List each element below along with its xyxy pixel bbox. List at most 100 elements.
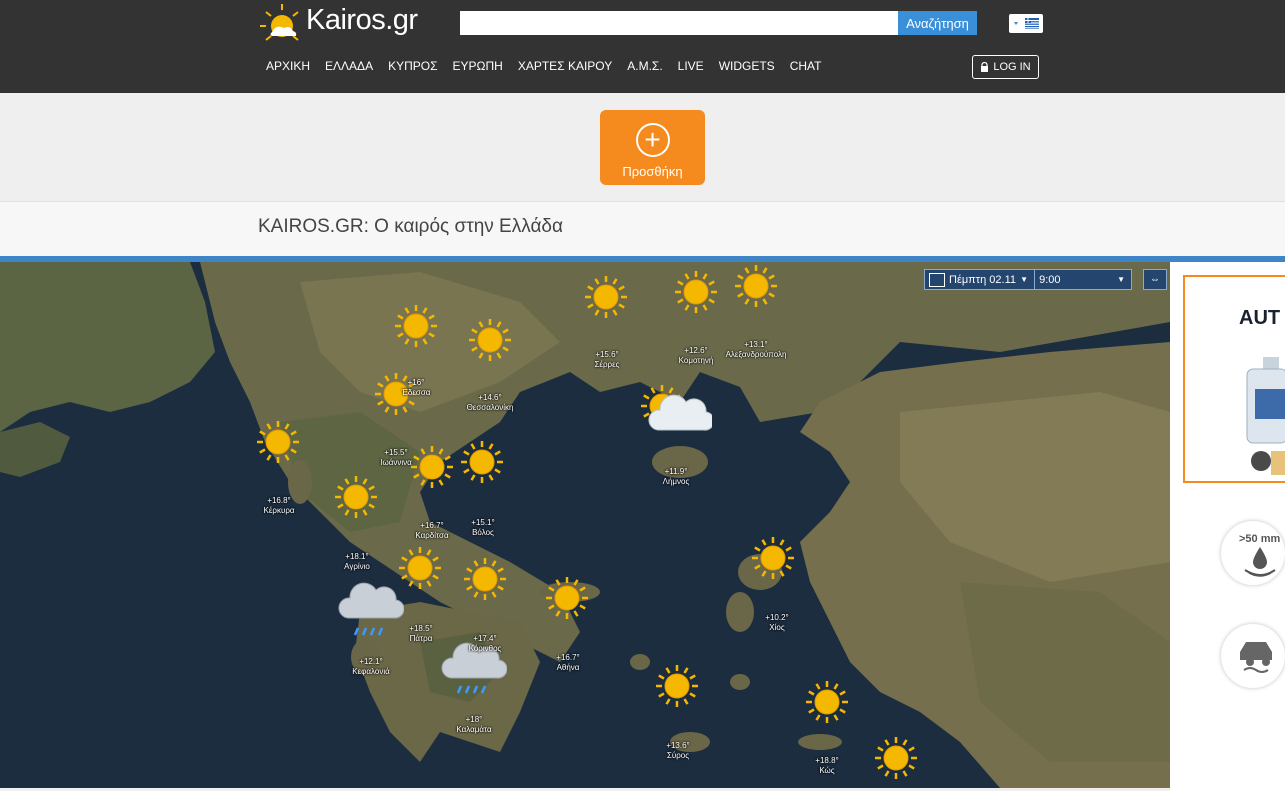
station-label[interactable]: +18.5° Πάτρα [409, 624, 432, 644]
nav-weather-maps[interactable]: ΧΑΡΤΕΣ ΚΑΙΡΟΥ [518, 59, 612, 73]
nav-live[interactable]: LIVE [678, 59, 704, 73]
sun-icon[interactable] [805, 680, 849, 724]
station-name: Κεφαλονιά [352, 667, 390, 676]
nav-europe[interactable]: ΕΥΡΩΠΗ [453, 59, 503, 73]
language-selector[interactable] [1009, 14, 1043, 33]
site-header: Kairos.gr Αναζήτηση ΑΡΧΙΚΗ ΕΛΛΑΔΑ ΚΥΠΡΟΣ… [0, 0, 1285, 93]
time-select[interactable]: 9:00 [1035, 274, 1117, 286]
day-select[interactable]: Πέμπτη 02.11 [949, 274, 1020, 286]
station-temp: +15.1° [471, 518, 495, 527]
calendar-icon[interactable] [929, 272, 945, 287]
station-label[interactable]: +12.6° Κομοτηνή [679, 346, 714, 366]
nav-cyprus[interactable]: ΚΥΠΡΟΣ [388, 59, 437, 73]
ad-banner[interactable]: AUT [1183, 275, 1285, 483]
station-label[interactable]: +13.1° Αλεξανδρούπολη [726, 340, 787, 360]
sun-icon[interactable] [398, 546, 442, 590]
nav-home[interactable]: ΑΡΧΙΚΗ [266, 59, 310, 73]
station-label[interactable]: +18° Καλαμάτα [456, 715, 491, 735]
sun-icon[interactable] [751, 536, 795, 580]
station-name: Αθήνα [556, 663, 580, 672]
expand-icon[interactable]: ⇔ [1143, 269, 1167, 290]
station-label[interactable]: +13.6° Σύρος [666, 741, 689, 761]
sun-icon[interactable] [460, 440, 504, 484]
search-input[interactable] [460, 11, 899, 35]
station-temp: +11.9° [664, 467, 688, 476]
logo-sun-icon [260, 4, 299, 41]
station-name: Έδεσσα [401, 388, 431, 397]
sun-icon[interactable] [545, 576, 589, 620]
nav-chat[interactable]: CHAT [790, 59, 822, 73]
station-label[interactable]: +11.9° Λήμνος [663, 467, 690, 487]
greek-flag-icon [1014, 18, 1039, 29]
station-temp: +16° [407, 378, 425, 387]
login-button[interactable]: LOG IN [972, 55, 1039, 79]
station-label[interactable]: +10.2° Χίος [765, 613, 788, 633]
station-temp: +16.7° [556, 653, 580, 662]
station-name: Σέρρες [594, 360, 620, 369]
plus-icon: + [635, 123, 670, 157]
sun-icon[interactable] [674, 270, 718, 314]
station-label[interactable]: +15.6° Σέρρες [594, 350, 619, 370]
station-temp: +18.8° [815, 756, 839, 765]
station-temp: +17.4° [473, 634, 497, 643]
station-temp: +13.6° [666, 741, 690, 750]
add-button-label: Προσθήκη [622, 164, 683, 179]
sun-icon[interactable] [734, 264, 778, 308]
site-logo[interactable]: Kairos.gr [258, 2, 418, 48]
station-label[interactable]: +14.6° Θεσσαλονίκη [467, 393, 514, 413]
station-temp: +15.6° [595, 350, 619, 359]
sun-icon[interactable] [655, 664, 699, 708]
station-temp: +12.6° [684, 346, 708, 355]
station-name: Κόρινθος [468, 644, 502, 653]
station-label[interactable]: +18.8° Κώς [815, 756, 838, 776]
station-name: Χίος [769, 623, 785, 632]
station-name: Κομοτηνή [678, 356, 714, 365]
station-label[interactable]: +16.7° Καρδίτσα [415, 521, 448, 541]
sun-icon[interactable] [410, 445, 454, 489]
station-name: Πάτρα [409, 634, 433, 643]
chevron-down-icon[interactable]: ▼ [1117, 275, 1125, 284]
sun-icon[interactable] [463, 557, 507, 601]
sun-icon[interactable] [334, 475, 378, 519]
chevron-down-icon[interactable]: ▼ [1020, 275, 1028, 284]
station-temp: +16.8° [267, 496, 291, 505]
station-temp: +14.6° [478, 393, 502, 402]
station-label[interactable]: +15.1° Βόλος [471, 518, 494, 538]
station-label[interactable]: +17.4° Κόρινθος [469, 634, 502, 654]
rain-cloud-icon[interactable] [338, 580, 404, 640]
station-name: Αλεξανδρούπολη [725, 350, 787, 359]
sun-icon[interactable] [394, 304, 438, 348]
nav-widgets[interactable]: WIDGETS [719, 59, 775, 73]
login-label: LOG IN [993, 61, 1031, 73]
main-nav: ΑΡΧΙΚΗ ΕΛΛΑΔΑ ΚΥΠΡΟΣ ΕΥΡΩΠΗ ΧΑΡΤΕΣ ΚΑΙΡΟ… [266, 59, 836, 73]
sun-icon[interactable] [874, 736, 918, 780]
cloud-icon[interactable] [648, 390, 712, 434]
station-temp: +15.5° [384, 448, 408, 457]
search-button[interactable]: Αναζήτηση [898, 11, 977, 35]
station-temp: +13.1° [744, 340, 768, 349]
station-label[interactable]: +16.7° Αθήνα [556, 653, 579, 673]
station-name: Ιωάννινα [380, 458, 412, 467]
station-label[interactable]: +16° Έδεσσα [402, 378, 431, 398]
sun-icon[interactable] [468, 318, 512, 362]
station-name: Καλαμάτα [456, 725, 492, 734]
station-label[interactable]: +16.8° Κέρκυρα [263, 496, 294, 516]
station-temp: +18.5° [409, 624, 433, 633]
station-name: Κέρκυρα [263, 506, 295, 515]
add-button[interactable]: + Προσθήκη [600, 110, 705, 185]
logo-text: Kairos.gr [306, 4, 418, 36]
sun-icon[interactable] [256, 420, 300, 464]
rain-threshold-label: >50 mm [1239, 533, 1281, 545]
weather-map[interactable]: +15.6° Σέρρες +12.6° Κομοτηνή +13.1° Αλεξαν… [0, 262, 1170, 788]
nav-greece[interactable]: ΕΛΛΑΔΑ [325, 59, 373, 73]
raindrop-icon [1244, 547, 1276, 577]
station-label[interactable]: +18.1° Αγρίνιο [344, 552, 370, 572]
slippery-car-icon [1240, 642, 1272, 673]
station-temp: +18.1° [345, 552, 369, 561]
station-name: Λήμνος [662, 477, 690, 486]
station-label[interactable]: +15.5° Ιωάννινα [380, 448, 412, 468]
station-label[interactable]: +12.1° Κεφαλονιά [352, 657, 389, 677]
nav-ams[interactable]: Α.Μ.Σ. [627, 59, 662, 73]
satellite-map-background [0, 262, 1170, 788]
sun-icon[interactable] [584, 275, 628, 319]
